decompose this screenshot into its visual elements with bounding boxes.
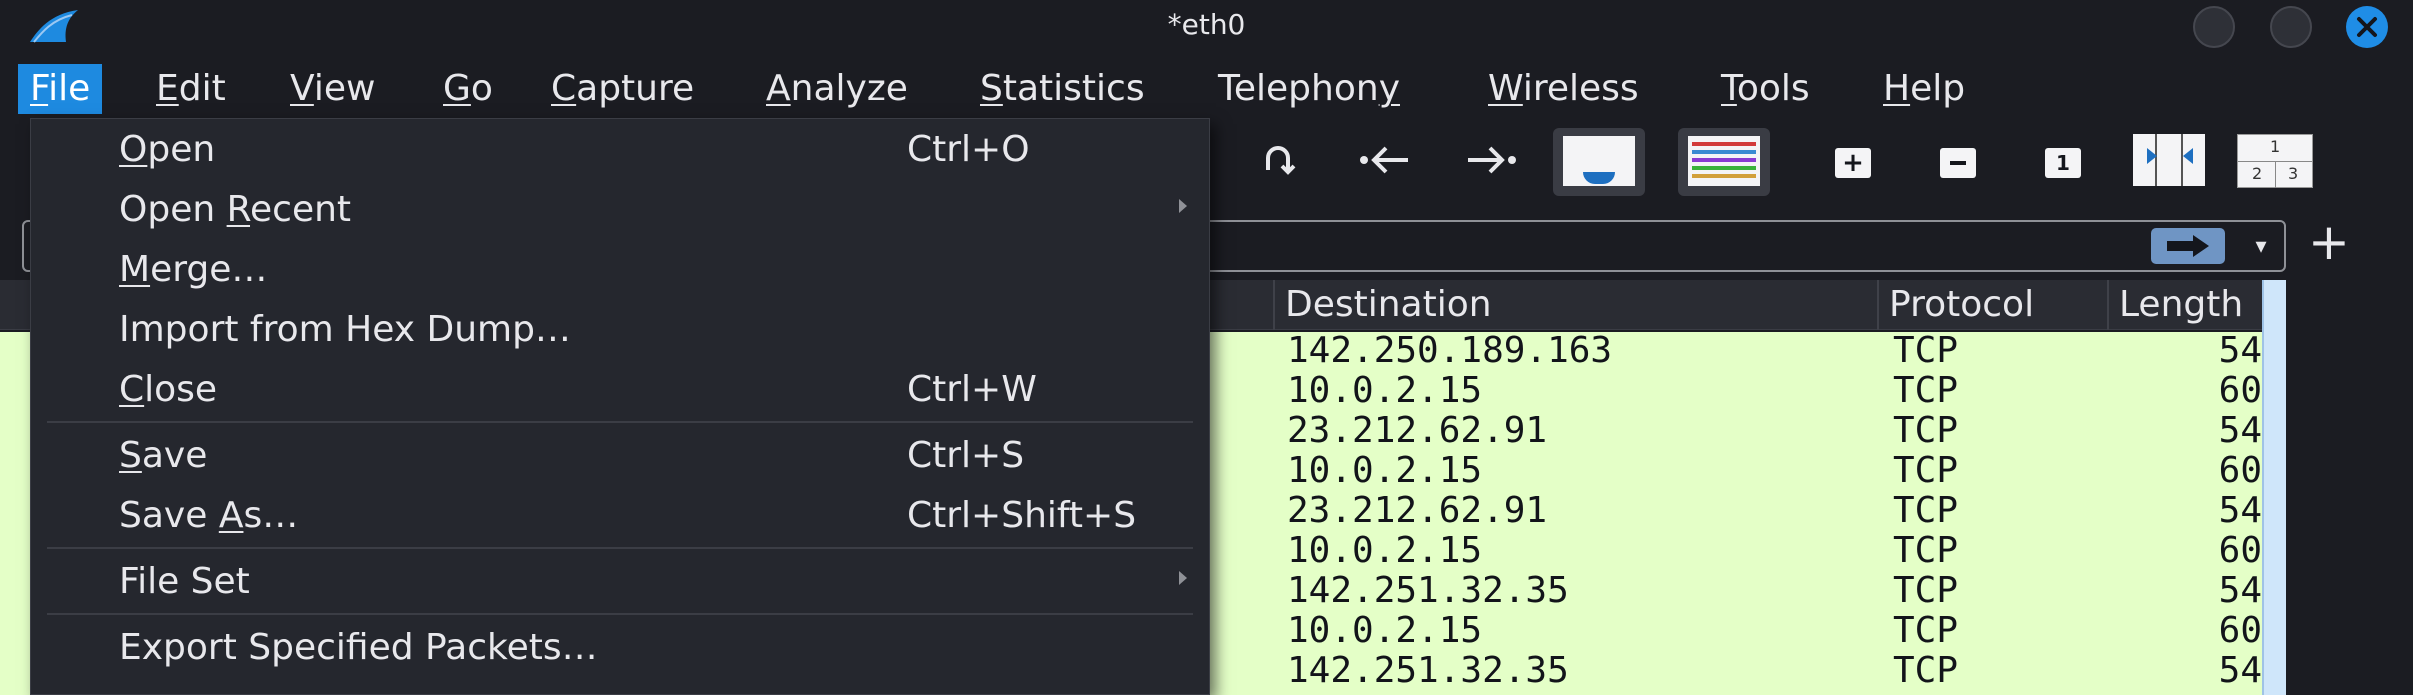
menu-capture[interactable]: Capture [539, 64, 706, 114]
menu-separator [47, 421, 1193, 423]
zoom-out-icon[interactable] [1940, 148, 1976, 178]
layout-pane-1: 1 [2270, 137, 2281, 156]
file-menu-item-close[interactable]: Close Ctrl+W [31, 363, 1211, 421]
packet-destination: 23.212.62.91 [1287, 492, 1548, 531]
menu-view[interactable]: View [278, 64, 387, 114]
packet-length: 54 [2218, 332, 2262, 371]
colorize-icon[interactable] [1678, 128, 1770, 196]
packet-protocol: TCP [1893, 572, 1959, 611]
menu-item-shortcut: Ctrl+O [907, 129, 1030, 170]
close-icon[interactable] [2346, 6, 2388, 48]
file-menu-item-import-from-hex-dump[interactable]: Import from Hex Dump… [31, 303, 1211, 361]
maximize-icon[interactable] [2270, 6, 2312, 48]
packet-destination: 23.212.62.91 [1287, 412, 1548, 451]
packet-length: 60 [2218, 452, 2262, 491]
column-header-destination[interactable]: Destination [1273, 280, 1877, 330]
packet-length: 54 [2218, 652, 2262, 691]
menu-item-label: Save [119, 435, 208, 476]
packet-length: 54 [2218, 572, 2262, 611]
normal-size-icon[interactable]: 1 [2045, 148, 2081, 178]
menu-separator [47, 547, 1193, 549]
submenu-arrow-icon [1179, 199, 1187, 213]
menu-item-label: Save As… [119, 495, 299, 536]
menu-item-label: Merge… [119, 249, 268, 290]
menu-go[interactable]: Go [431, 64, 505, 114]
menu-item-label: Import from Hex Dump… [119, 309, 571, 350]
file-menu-item-file-set[interactable]: File Set [31, 555, 1211, 613]
apply-filter-icon[interactable] [2151, 228, 2225, 264]
menu-item-label: Export Specified Packets… [119, 627, 598, 668]
zoom-in-icon[interactable]: + [1835, 148, 1871, 178]
previous-packet-icon[interactable] [1358, 142, 1414, 178]
resize-columns-icon[interactable] [2133, 134, 2205, 186]
packet-protocol: TCP [1893, 492, 1959, 531]
file-menu-item-open[interactable]: Open Ctrl+O [31, 123, 1211, 181]
auto-scroll-icon[interactable] [1553, 128, 1645, 196]
column-header-protocol[interactable]: Protocol [1877, 280, 2107, 330]
packet-destination: 10.0.2.15 [1287, 532, 1483, 571]
menu-telephony[interactable]: Telephony [1206, 64, 1412, 114]
packet-destination: 10.0.2.15 [1287, 372, 1483, 411]
packet-length: 54 [2218, 412, 2262, 451]
file-menu-item-open-recent[interactable]: Open Recent [31, 183, 1211, 241]
packet-destination: 10.0.2.15 [1287, 452, 1483, 491]
next-packet-icon[interactable] [1462, 142, 1518, 178]
packet-destination: 10.0.2.15 [1287, 612, 1483, 651]
minimize-icon[interactable] [2193, 6, 2235, 48]
right-gutter [2286, 280, 2413, 695]
layout-pane-3: 3 [2288, 164, 2299, 183]
menu-statistics[interactable]: Statistics [968, 64, 1157, 114]
packet-list-scrollbar[interactable] [2262, 280, 2286, 695]
menu-tools[interactable]: Tools [1709, 64, 1822, 114]
title-bar: *eth0 [0, 0, 2413, 50]
packet-protocol: TCP [1893, 532, 1959, 571]
menu-item-shortcut: Ctrl+S [907, 435, 1025, 476]
menu-edit[interactable]: Edit [144, 64, 238, 114]
file-menu-item-merge[interactable]: Merge… [31, 243, 1211, 301]
menu-analyze[interactable]: Analyze [754, 64, 920, 114]
packet-protocol: TCP [1893, 452, 1959, 491]
layout-pane-2: 2 [2252, 164, 2263, 183]
go-to-packet-icon[interactable] [1258, 140, 1298, 180]
packet-protocol: TCP [1893, 652, 1959, 691]
packet-length: 54 [2218, 492, 2262, 531]
packet-protocol: TCP [1893, 612, 1959, 651]
menu-file[interactable]: File [18, 64, 103, 114]
filter-dropdown-icon[interactable]: ▾ [2249, 230, 2273, 264]
column-header-length[interactable]: Length [2107, 280, 2262, 330]
menu-separator [47, 613, 1193, 615]
add-filter-button-icon[interactable]: + [2304, 214, 2354, 270]
menu-bar: File Edit View Go Capture Analyze Statistics Te… [0, 60, 2413, 118]
file-menu-item-export-specified-packets[interactable]: Export Specified Packets… [31, 621, 1211, 679]
menu-item-label: Close [119, 369, 218, 410]
menu-item-label: File Set [119, 561, 250, 602]
submenu-arrow-icon [1179, 571, 1187, 585]
packet-destination: 142.250.189.163 [1287, 332, 1613, 371]
packet-length: 60 [2218, 612, 2262, 651]
packet-protocol: TCP [1893, 332, 1959, 371]
packet-protocol: TCP [1893, 412, 1959, 451]
packet-protocol: TCP [1893, 372, 1959, 411]
menu-wireless[interactable]: Wireless [1476, 64, 1651, 114]
packet-length: 60 [2218, 372, 2262, 411]
packet-destination: 142.251.32.35 [1287, 572, 1569, 611]
file-menu-item-save[interactable]: Save Ctrl+S [31, 429, 1211, 487]
file-menu-item-save-as[interactable]: Save As… Ctrl+Shift+S [31, 489, 1211, 547]
menu-item-label: Open Recent [119, 189, 352, 230]
window-title: *eth0 [1167, 8, 1246, 41]
layout-panes-icon[interactable]: 1 2 3 [2237, 134, 2313, 188]
menu-item-shortcut: Ctrl+Shift+S [907, 495, 1137, 536]
packet-destination: 142.251.32.35 [1287, 652, 1569, 691]
menu-help[interactable]: Help [1871, 64, 1977, 114]
packet-length: 60 [2218, 532, 2262, 571]
menu-item-shortcut: Ctrl+W [907, 369, 1037, 410]
menu-item-label: Open [119, 129, 216, 170]
file-menu-dropdown: Open Ctrl+O Open Recent Merge… Import from H… [30, 118, 1210, 695]
